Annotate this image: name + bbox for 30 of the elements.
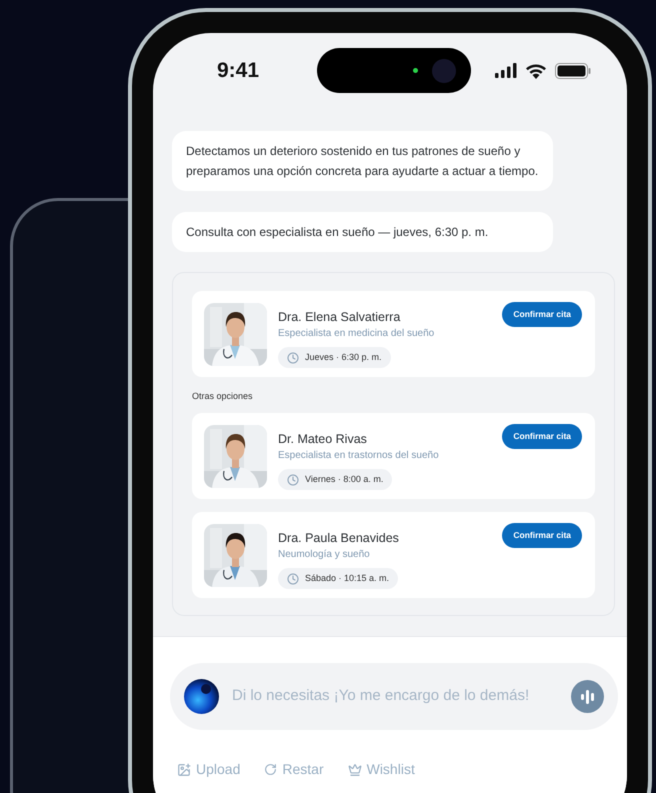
orb-icon xyxy=(184,679,219,714)
message-field[interactable]: Di lo necesitas ¡Yo me encargo de lo demás! xyxy=(170,663,618,730)
battery-icon xyxy=(555,62,591,78)
doctor-name: Dra. Paula Benavides xyxy=(278,530,400,546)
clock-icon xyxy=(287,474,299,486)
crown-icon xyxy=(348,762,362,776)
confirm-button[interactable]: Confirmar cita xyxy=(502,424,582,449)
doctor-name: Dr. Mateo Rivas xyxy=(278,431,368,447)
section-label: Otras opciones xyxy=(192,390,254,402)
time-slot-chip: Viernes · 8:00 a. m. xyxy=(278,469,392,490)
refresh-icon xyxy=(264,763,278,776)
doctor-name: Dra. Elena Salvatierra xyxy=(278,309,402,325)
voice-button[interactable] xyxy=(571,680,604,713)
waveform-icon xyxy=(581,690,594,704)
status-time: 9:41 xyxy=(217,58,260,84)
time-slot-chip: Sábado · 10:15 a. m. xyxy=(278,568,398,589)
confirm-button[interactable]: Confirmar cita xyxy=(502,302,582,327)
clock-icon xyxy=(287,572,299,584)
chat-message: Consulta con especialista en sueño — jueves, 6:30 p. m. xyxy=(172,212,553,252)
wifi-icon xyxy=(525,62,547,78)
confirm-button[interactable]: Confirmar cita xyxy=(502,523,582,548)
image-icon xyxy=(177,762,191,776)
doctor-specialty: Neumología y sueño xyxy=(278,548,371,561)
signal-icon xyxy=(495,63,517,78)
clock-icon xyxy=(287,352,299,364)
time-slot-chip: Jueves · 6:30 p. m. xyxy=(278,347,391,368)
doctor-specialty: Especialista en trastornos del sueño xyxy=(278,449,440,462)
chat-message: Detectamos un deterioro sostenido en tus patrones de sueño y preparamos una opción concreta para ayudarte a actuar a tiempo. xyxy=(172,131,553,191)
doctor-specialty: Especialista en medicina del sueño xyxy=(278,327,436,340)
message-input[interactable]: Di lo necesitas ¡Yo me encargo de lo demás! xyxy=(232,685,571,708)
